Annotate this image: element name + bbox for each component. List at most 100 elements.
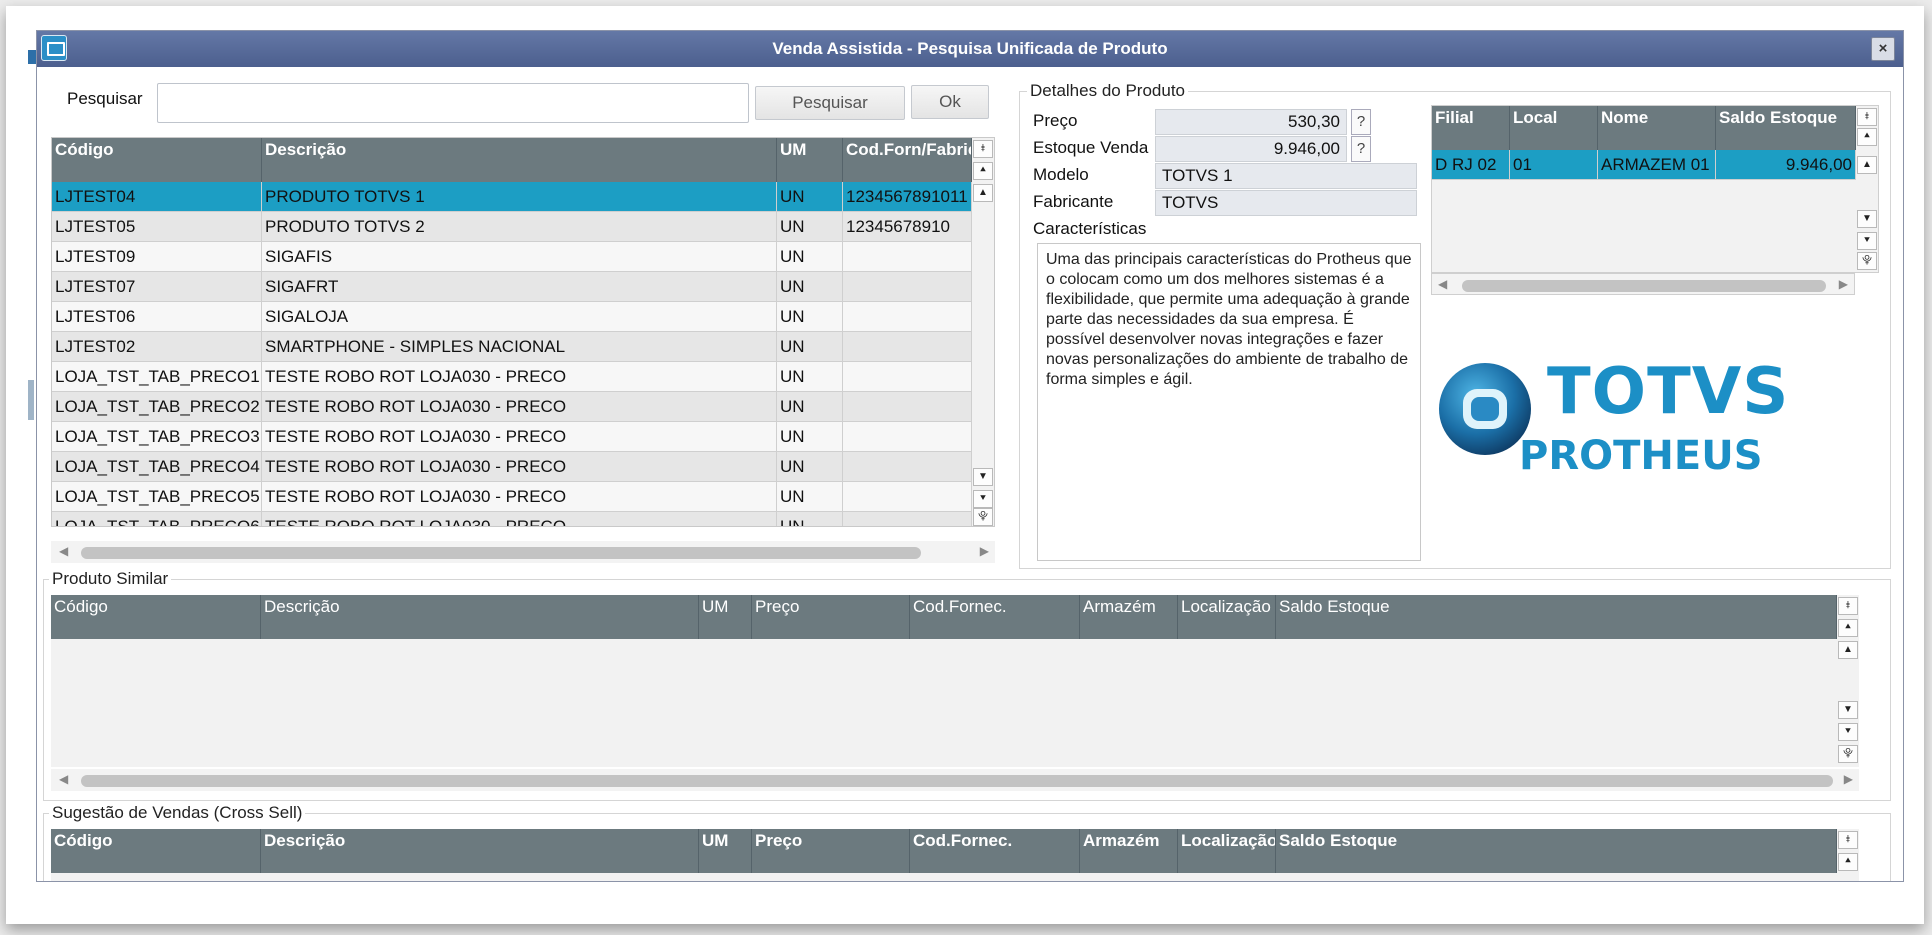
- product-grid-hscroll[interactable]: ◀ ▶: [51, 541, 995, 563]
- search-input[interactable]: [157, 83, 749, 123]
- product-cell-um: UN: [777, 482, 843, 511]
- col-localizacao[interactable]: Localização: [1178, 829, 1276, 873]
- col-codigo[interactable]: Código: [52, 138, 262, 182]
- scroll-down-icon[interactable]: ▼: [1857, 210, 1877, 228]
- product-row[interactable]: LJTEST04 PRODUTO TOTVS 1 UN 1234567891011: [52, 182, 972, 212]
- scroll-page-down-icon[interactable]: ⯆: [1838, 723, 1858, 741]
- col-preco[interactable]: Preço: [752, 595, 910, 639]
- product-cell-descricao: TESTE ROBO ROT LOJA030 - PRECO: [262, 392, 777, 421]
- product-row[interactable]: LOJA_TST_TAB_PRECO1 TESTE ROBO ROT LOJA03…: [52, 362, 972, 392]
- manufacturer-field[interactable]: TOTVS: [1155, 190, 1417, 216]
- product-row[interactable]: LOJA_TST_TAB_PRECO3 TESTE ROBO ROT LOJA03…: [52, 422, 972, 452]
- stock-grid-vscroll[interactable]: ⯒ ⯅ ▲ ▼ ⯆ ⯓: [1856, 106, 1878, 272]
- scroll-down-icon[interactable]: ▼: [973, 468, 993, 486]
- ok-button[interactable]: Ok: [911, 85, 989, 119]
- scroll-bottom-icon[interactable]: ⯓: [973, 508, 993, 526]
- similar-products-title: Produto Similar: [49, 569, 172, 589]
- col-saldo-estoque[interactable]: Saldo Estoque: [1276, 829, 1837, 873]
- product-cell-cod-forn: [843, 362, 972, 391]
- scroll-up-icon[interactable]: ▲: [973, 184, 993, 202]
- col-descricao[interactable]: Descrição: [261, 829, 699, 873]
- col-armazem[interactable]: Armazém: [1080, 829, 1178, 873]
- col-um[interactable]: UM: [777, 138, 843, 182]
- product-row[interactable]: LJTEST06 SIGALOJA UN: [52, 302, 972, 332]
- stock-grid-hscroll[interactable]: ◀ ▶: [1431, 273, 1855, 295]
- stock-cell-filial: D RJ 02: [1432, 150, 1510, 179]
- product-row[interactable]: LOJA_TST_TAB_PRECO2 TESTE ROBO ROT LOJA03…: [52, 392, 972, 422]
- col-descricao[interactable]: Descrição: [261, 595, 699, 639]
- scroll-right-icon[interactable]: ▶: [980, 544, 989, 558]
- scroll-top-icon[interactable]: ⯒: [1838, 831, 1858, 849]
- scroll-top-icon[interactable]: ⯒: [1857, 108, 1877, 126]
- scroll-left-icon[interactable]: ◀: [59, 544, 68, 558]
- product-cell-um: UN: [777, 392, 843, 421]
- col-localizacao[interactable]: Localização: [1178, 595, 1276, 639]
- scroll-thumb[interactable]: [1462, 280, 1826, 292]
- col-cod-forn[interactable]: Cod.Forn/Fabric: [843, 138, 972, 182]
- logo-product-text: PROTHEUS: [1519, 433, 1763, 479]
- product-row[interactable]: LOJA_TST_TAB_PRECO5 TESTE ROBO ROT LOJA03…: [52, 482, 972, 512]
- col-cod-fornec[interactable]: Cod.Fornec.: [910, 829, 1080, 873]
- scroll-bottom-icon[interactable]: ⯓: [1838, 745, 1858, 763]
- product-row[interactable]: LJTEST07 SIGAFRT UN: [52, 272, 972, 302]
- similar-grid-hscroll[interactable]: ◀ ▶: [51, 769, 1859, 791]
- scroll-up-icon[interactable]: ▲: [1838, 641, 1858, 659]
- scroll-top-icon[interactable]: ⯒: [973, 140, 993, 158]
- product-cell-cod-forn: 1234567891011: [843, 182, 972, 211]
- characteristics-memo[interactable]: Uma das principais características do Pr…: [1037, 243, 1421, 561]
- stock-help-button[interactable]: ?: [1351, 136, 1371, 162]
- col-preco[interactable]: Preço: [752, 829, 910, 873]
- col-saldo-estoque[interactable]: Saldo Estoque: [1276, 595, 1837, 639]
- col-codigo[interactable]: Código: [51, 595, 261, 639]
- product-cell-cod-forn: [843, 482, 972, 511]
- product-search-dialog: Venda Assistida - Pesquisa Unificada de …: [36, 30, 1904, 882]
- product-row[interactable]: LOJA_TST_TAB_PRECO6 TESTE ROBO ROT LOJA03…: [52, 512, 972, 526]
- col-um[interactable]: UM: [699, 595, 752, 639]
- col-descricao[interactable]: Descrição: [262, 138, 777, 182]
- stock-row[interactable]: D RJ 02 01 ARMAZEM 01 9.946,00: [1432, 150, 1856, 180]
- close-button[interactable]: ×: [1871, 37, 1895, 61]
- similar-grid-header: Código Descrição UM Preço Cod.Fornec. Armazém…: [51, 595, 1837, 639]
- scroll-down-icon[interactable]: ▼: [1838, 701, 1858, 719]
- search-button[interactable]: Pesquisar: [755, 86, 905, 120]
- scroll-page-up-icon[interactable]: ⯅: [1857, 128, 1877, 146]
- scroll-bottom-icon[interactable]: ⯓: [1857, 252, 1877, 270]
- similar-grid-vscroll[interactable]: ⯒ ⯅ ▲ ▼ ⯆ ⯓: [1837, 595, 1859, 767]
- scroll-page-down-icon[interactable]: ⯆: [973, 490, 993, 508]
- col-nome[interactable]: Nome: [1598, 106, 1716, 150]
- product-grid-vscroll[interactable]: ⯒ ⯅ ▲ ▼ ⯆ ⯓: [972, 138, 994, 526]
- scroll-thumb[interactable]: [81, 547, 921, 559]
- price-field[interactable]: 530,30: [1155, 109, 1347, 135]
- scroll-left-icon[interactable]: ◀: [59, 772, 68, 786]
- col-local[interactable]: Local: [1510, 106, 1598, 150]
- scroll-page-down-icon[interactable]: ⯆: [1857, 232, 1877, 250]
- col-saldo[interactable]: Saldo Estoque: [1716, 106, 1856, 150]
- stock-field[interactable]: 9.946,00: [1155, 136, 1347, 162]
- scroll-page-up-icon[interactable]: ⯅: [973, 162, 993, 180]
- scroll-thumb[interactable]: [81, 775, 1833, 787]
- col-codigo[interactable]: Código: [51, 829, 261, 873]
- scroll-top-icon[interactable]: ⯒: [1838, 597, 1858, 615]
- product-grid-header: Código Descrição UM Cod.Forn/Fabric: [52, 138, 972, 182]
- window-title: Venda Assistida - Pesquisa Unificada de …: [772, 39, 1168, 58]
- col-armazem[interactable]: Armazém: [1080, 595, 1178, 639]
- col-filial[interactable]: Filial: [1432, 106, 1510, 150]
- product-cell-descricao: PRODUTO TOTVS 2: [262, 212, 777, 241]
- title-bar[interactable]: Venda Assistida - Pesquisa Unificada de …: [37, 31, 1903, 67]
- scroll-right-icon[interactable]: ▶: [1844, 772, 1853, 786]
- product-row[interactable]: LOJA_TST_TAB_PRECO4 TESTE ROBO ROT LOJA03…: [52, 452, 972, 482]
- product-row[interactable]: LJTEST02 SMARTPHONE - SIMPLES NACIONAL UN: [52, 332, 972, 362]
- col-um[interactable]: UM: [699, 829, 752, 873]
- product-grid: Código Descrição UM Cod.Forn/Fabric LJTE…: [51, 137, 995, 527]
- product-row[interactable]: LJTEST09 SIGAFIS UN: [52, 242, 972, 272]
- product-row[interactable]: LJTEST05 PRODUTO TOTVS 2 UN 12345678910: [52, 212, 972, 242]
- scroll-page-up-icon[interactable]: ⯅: [1838, 619, 1858, 637]
- price-help-button[interactable]: ?: [1351, 109, 1371, 135]
- scroll-right-icon[interactable]: ▶: [1839, 277, 1848, 291]
- model-field[interactable]: TOTVS 1: [1155, 163, 1417, 189]
- scroll-up-icon[interactable]: ▲: [1857, 156, 1877, 174]
- col-cod-fornec[interactable]: Cod.Fornec.: [910, 595, 1080, 639]
- scroll-left-icon[interactable]: ◀: [1438, 277, 1447, 291]
- scroll-page-up-icon[interactable]: ⯅: [1838, 853, 1858, 871]
- cross-sell-grid-vscroll[interactable]: ⯒ ⯅: [1837, 829, 1859, 881]
